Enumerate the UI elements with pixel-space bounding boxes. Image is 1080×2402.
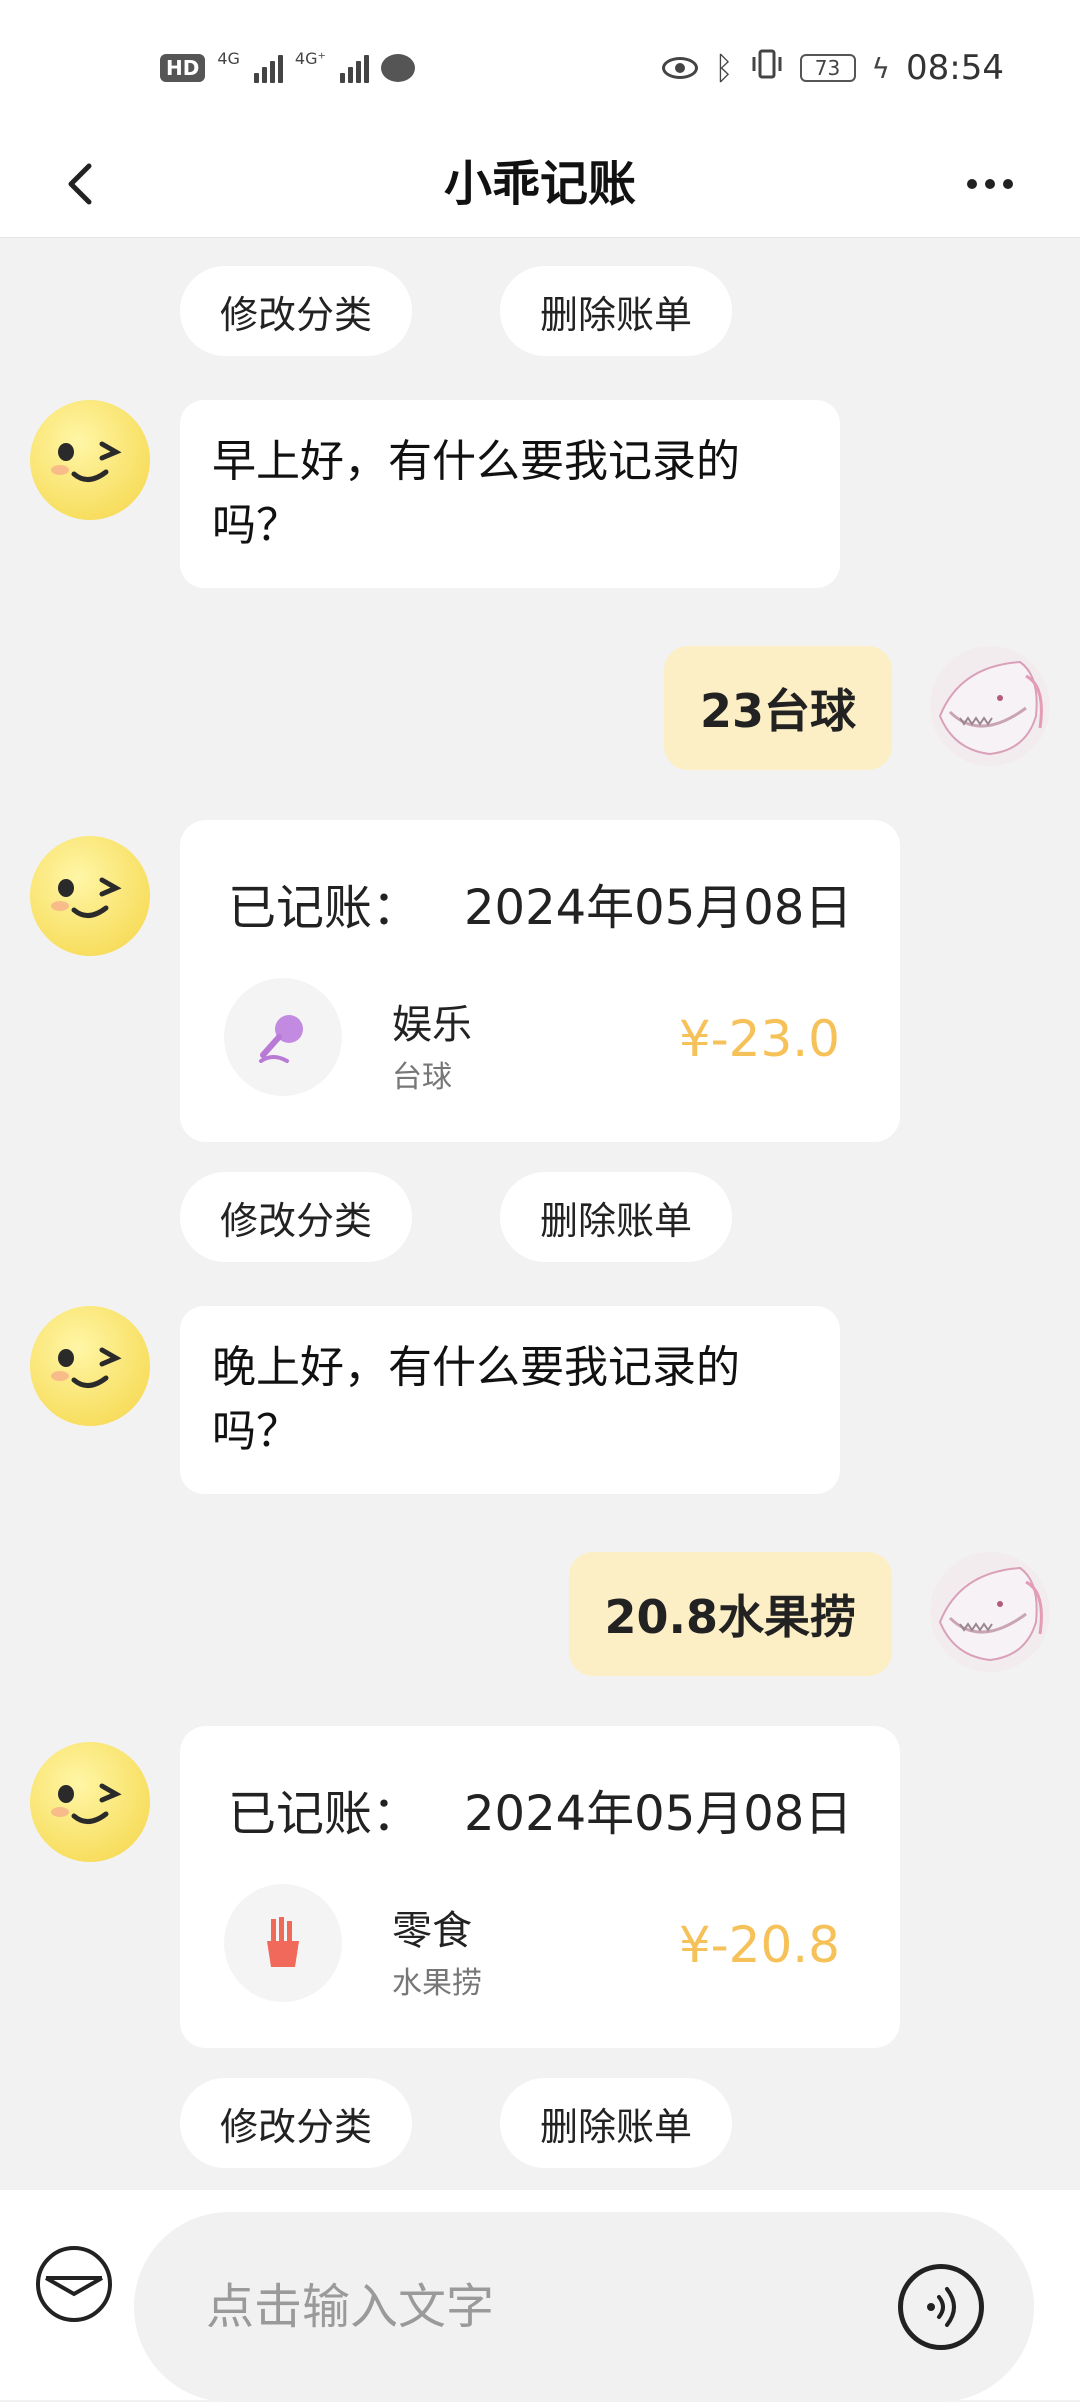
wink-face-icon — [51, 877, 122, 918]
app-header: 小乖记账 — [0, 130, 1080, 238]
page-title: 小乖记账 — [443, 156, 636, 212]
record-note: 水果捞 — [392, 1966, 482, 2001]
eye-icon — [662, 57, 699, 79]
status-left: HD 4G 4G⁺ — [160, 46, 415, 90]
record-category: 零食 — [392, 1908, 472, 1954]
bot-avatar[interactable] — [30, 836, 150, 956]
bot-avatar[interactable] — [30, 1306, 150, 1426]
hd-badge: HD — [160, 54, 206, 82]
record-card[interactable]: 已记账： 2024年05月08日 娱乐 台球 ¥-23.0 — [180, 820, 900, 1142]
record-date: 2024年05月08日 — [464, 880, 853, 936]
record-note: 台球 — [392, 1060, 452, 1095]
charging-icon: ϟ — [871, 51, 891, 85]
more-options-button[interactable] — [950, 154, 1030, 214]
bluetooth-icon: ᛒ — [714, 49, 734, 87]
network-type-1: 4G — [217, 48, 240, 68]
delete-bill-button[interactable]: 删除账单 — [500, 266, 733, 356]
delete-bill-button[interactable]: 删除账单 — [500, 2078, 733, 2168]
bot-message-bubble: 晚上好，有什么要我记录的吗？ — [180, 1306, 840, 1494]
shark-avatar-icon — [938, 660, 1043, 756]
shark-avatar-icon — [938, 1566, 1043, 1662]
status-right: ᛒ 73 ϟ 08:54 — [662, 40, 1004, 96]
more-dot — [985, 179, 995, 189]
chat-area[interactable]: 修改分类 删除账单 早上好，有什么要我记录的吗？ 23台球 已记账： 2024年… — [0, 238, 1080, 2190]
battery-icon: 73 — [799, 54, 856, 82]
voice-input-button[interactable] — [898, 2264, 984, 2350]
record-date: 2024年05月08日 — [464, 1786, 853, 1842]
record-label: 已记账： — [228, 880, 421, 936]
modify-category-button[interactable]: 修改分类 — [180, 2078, 413, 2168]
user-avatar[interactable] — [930, 646, 1050, 766]
record-card[interactable]: 已记账： 2024年05月08日 零食 水果捞 ¥-20.8 — [180, 1726, 900, 2048]
voice-icon — [927, 2287, 956, 2327]
user-message-bubble: 20.8水果捞 — [568, 1552, 892, 1676]
record-label: 已记账： — [228, 1786, 421, 1842]
fries-icon — [267, 1917, 299, 1967]
status-time: 08:54 — [906, 48, 1004, 88]
wallet-button[interactable] — [36, 2246, 112, 2322]
status-bar: HD 4G 4G⁺ ᛒ 73 ϟ 08:54 — [0, 0, 1080, 130]
vibrate-icon — [750, 47, 784, 90]
bot-avatar[interactable] — [30, 1742, 150, 1862]
action-row-2: 修改分类 删除账单 — [180, 2078, 733, 2168]
user-message-bubble: 23台球 — [663, 646, 892, 770]
action-row-top: 修改分类 删除账单 — [180, 266, 733, 356]
text-input[interactable]: 点击输入文字 — [134, 2212, 1034, 2402]
action-row-1: 修改分类 删除账单 — [180, 1172, 733, 1262]
modify-category-button[interactable]: 修改分类 — [180, 1172, 413, 1262]
wink-face-icon — [51, 441, 122, 482]
input-placeholder: 点击输入文字 — [206, 2279, 495, 2335]
record-amount: ¥-23.0 — [678, 1010, 840, 1068]
wink-face-icon — [51, 1347, 122, 1388]
record-category: 娱乐 — [392, 1002, 472, 1048]
more-dot — [1003, 179, 1013, 189]
category-icon-badge — [224, 978, 342, 1096]
delete-bill-button[interactable]: 删除账单 — [500, 1172, 733, 1262]
microphone-icon — [259, 1015, 303, 1063]
more-dot — [967, 179, 977, 189]
wallet-icon — [45, 2276, 103, 2297]
message-icon — [380, 54, 415, 82]
signal-icon-2 — [339, 53, 369, 83]
bot-avatar[interactable] — [30, 400, 150, 520]
category-icon-badge — [224, 1884, 342, 2002]
wink-face-icon — [51, 1783, 122, 1824]
input-bar: 点击输入文字 — [0, 2190, 1080, 2402]
network-type-2: 4G⁺ — [294, 48, 326, 68]
bot-message-bubble: 早上好，有什么要我记录的吗？ — [180, 400, 840, 588]
user-avatar[interactable] — [930, 1552, 1050, 1672]
record-amount: ¥-20.8 — [678, 1916, 840, 1974]
modify-category-button[interactable]: 修改分类 — [180, 266, 413, 356]
signal-icon — [253, 53, 283, 83]
